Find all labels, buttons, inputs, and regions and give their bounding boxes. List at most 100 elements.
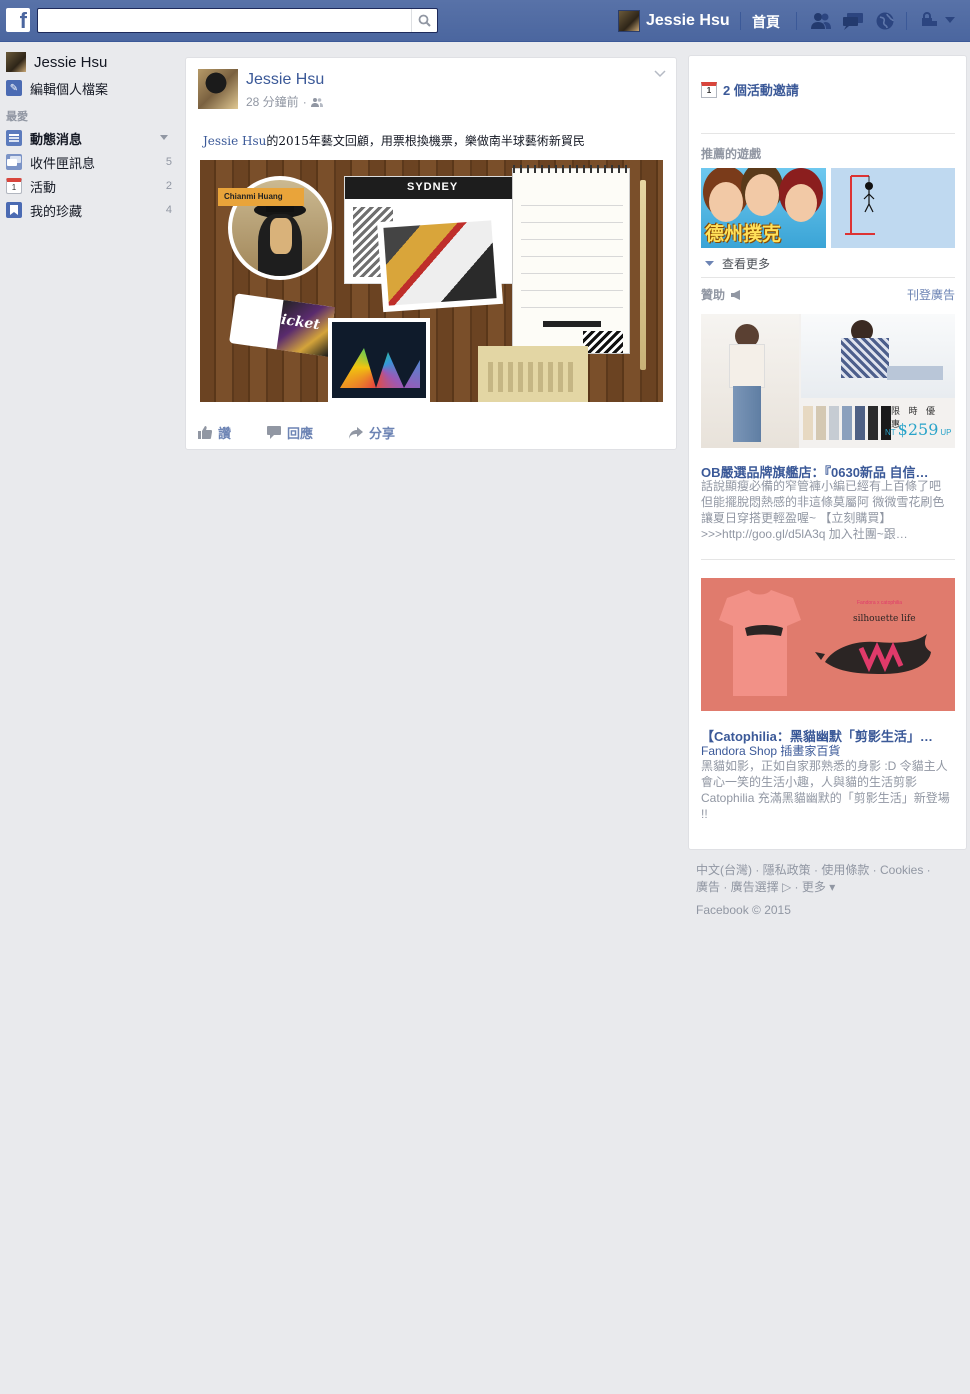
sponsored-text: 贊助: [701, 288, 726, 302]
notebook-page: [512, 165, 631, 354]
friends-audience-icon[interactable]: [310, 97, 323, 107]
sidebar-item-inbox[interactable]: 收件匣訊息 5: [6, 150, 172, 174]
price-suffix: UP: [940, 428, 952, 437]
post-image[interactable]: Chianmi Huang ticket SYDNEY: [200, 160, 663, 402]
divider: [701, 559, 955, 560]
game-hangman[interactable]: [831, 168, 955, 248]
messages-icon[interactable]: [842, 11, 864, 31]
sidebar-item-label: 收件匣訊息: [30, 155, 96, 171]
post-actions: 讚 回應 分享: [198, 423, 395, 442]
avatar: [618, 10, 640, 32]
recommended-games-heading: 推薦的遊戲: [701, 147, 762, 161]
sidebar-item-events[interactable]: 1 活動 2: [6, 174, 172, 198]
post-caption: 的2015年藝文回顧，用票根換機票，樂做南半球藝術新貿民: [266, 134, 585, 148]
sidebar-item-label: 動態消息: [30, 131, 83, 147]
hangman-icon: [845, 175, 875, 235]
post-author[interactable]: Jessie Hsu: [246, 71, 324, 89]
divider: [906, 12, 907, 30]
opera-house-photo: [328, 318, 430, 402]
post-meta: 28 分鐘前 ·: [246, 93, 324, 110]
sidebar-item-label: 我的珍藏: [30, 203, 83, 219]
ad2-tagline: silhouette life: [853, 614, 916, 624]
post-text: Jessie Hsu的2015年藝文回顧，用票根換機票，樂做南半球藝術新貿民: [203, 132, 585, 149]
search-input[interactable]: [38, 9, 408, 32]
sydney-title: SYDNEY: [407, 181, 459, 193]
ad2-brand-small: Fandora x catophilia: [857, 600, 903, 606]
search-button[interactable]: [411, 9, 437, 32]
share-label: 分享: [369, 426, 396, 441]
friend-requests-icon[interactable]: [810, 11, 832, 31]
sidebar-item-saved[interactable]: 我的珍藏 4: [6, 198, 172, 222]
sponsored-header: 贊助 刊登廣告: [701, 286, 955, 303]
top-user-name: Jessie Hsu: [646, 12, 730, 29]
notifications-icon[interactable]: [874, 11, 896, 31]
ad-body: 黑貓如影，正如自家那熟悉的身影 :D 令貓主人會心一笑的生活小趣，人與貓的生活剪…: [701, 759, 950, 821]
badge-count: 5: [165, 156, 172, 168]
divider: [796, 12, 797, 30]
saved-icon: [6, 202, 22, 218]
game-title: 德州撲克: [705, 223, 782, 245]
sponsored-label: 贊助: [701, 286, 743, 303]
comment-label: 回應: [287, 426, 314, 441]
jewel-icons: [810, 11, 896, 31]
see-more-games-link[interactable]: 查看更多: [705, 255, 770, 272]
ad-advertiser[interactable]: Fandora Shop 插畫家百貨: [701, 742, 840, 759]
like-label: 讚: [218, 426, 232, 441]
facebook-logo[interactable]: f: [6, 8, 30, 33]
thumbs-up-icon: [198, 426, 212, 439]
map-card: [478, 346, 588, 402]
feed-post: Jessie Hsu 28 分鐘前 · Jessie Hsu的2015年藝文回顧…: [185, 57, 677, 450]
avatar[interactable]: [198, 69, 238, 109]
divider: [701, 277, 955, 278]
divider: [701, 133, 955, 134]
pencil: [640, 180, 646, 370]
pencil-icon: ✎: [6, 80, 22, 96]
sidebar-profile[interactable]: Jessie Hsu: [6, 50, 172, 74]
profile-link[interactable]: Jessie Hsu: [618, 9, 730, 33]
price-prefix: NT: [885, 428, 896, 437]
caret-down-icon: [705, 260, 714, 266]
post-options-chevron-icon[interactable]: [654, 70, 666, 78]
settings-icon[interactable]: [944, 16, 956, 24]
home-link[interactable]: 首頁: [752, 12, 780, 32]
chevron-down-icon[interactable]: [160, 135, 168, 141]
price-value: $259: [897, 420, 939, 439]
sidebar-user-name: Jessie Hsu: [34, 53, 108, 71]
game-texas-poker[interactable]: 德州撲克: [701, 168, 826, 248]
ticket-card: ticket: [229, 293, 335, 357]
divider: [740, 12, 741, 30]
cat-shirt-illustration: [719, 590, 931, 696]
badge-count: 4: [165, 204, 172, 216]
footer-links-2[interactable]: 廣告 · 廣告選擇 ▷ · 更多 ▾: [696, 879, 966, 896]
post-header: Jessie Hsu 28 分鐘前 ·: [198, 69, 324, 110]
right-sidebar: 1 2 個活動邀請 推薦的遊戲 德州撲克 查看更多 贊助 刊登廣告 限 時 優 …: [688, 55, 967, 850]
art-photo: [377, 213, 503, 313]
tagged-user-link[interactable]: Jessie Hsu: [203, 134, 266, 148]
sidebar-item-news-feed[interactable]: 動態消息: [6, 126, 172, 150]
event-invites-link[interactable]: 1 2 個活動邀請: [701, 80, 799, 99]
comment-button[interactable]: 回應: [267, 423, 313, 442]
share-icon: [349, 426, 364, 439]
ad-body: 話說顯瘦必備的窄管褲小編已經有上百條了吧 但能擺脫悶熱感的非這條莫屬阿 微微雪花…: [701, 479, 945, 541]
footer-links-1[interactable]: 中文(台灣) · 隱私政策 · 使用條款 · Cookies ·: [696, 862, 966, 879]
post-timestamp[interactable]: 28 分鐘前: [246, 93, 299, 110]
see-more-label: 查看更多: [722, 257, 771, 271]
search-box: [37, 8, 438, 33]
search-icon: [418, 14, 431, 27]
promo-price: NT $259 UP: [885, 420, 952, 439]
ad-image-cat-shirt[interactable]: Fandora x catophilia silhouette life: [701, 578, 955, 711]
page-footer: 中文(台灣) · 隱私政策 · 使用條款 · Cookies · 廣告 · 廣告…: [696, 862, 966, 919]
ad-image-clothing[interactable]: 限 時 優 惠 NT $259 UP: [701, 314, 955, 448]
edit-profile-link[interactable]: ✎ 編輯個人檔案: [6, 76, 172, 100]
megaphone-icon: [731, 289, 741, 300]
privacy-icon[interactable]: [920, 12, 938, 28]
left-sidebar: Jessie Hsu ✎ 編輯個人檔案 最愛 動態消息 收件匣訊息 5 1 活動…: [6, 50, 172, 222]
badge-count: 2: [165, 180, 172, 192]
news-feed-icon: [6, 130, 22, 146]
share-button[interactable]: 分享: [349, 423, 395, 442]
account-menu[interactable]: [920, 12, 956, 28]
like-button[interactable]: 讚: [198, 423, 231, 442]
edit-profile-label: 編輯個人檔案: [30, 81, 109, 97]
name-label: Chianmi Huang: [218, 188, 304, 206]
create-ad-link[interactable]: 刊登廣告: [907, 286, 955, 303]
